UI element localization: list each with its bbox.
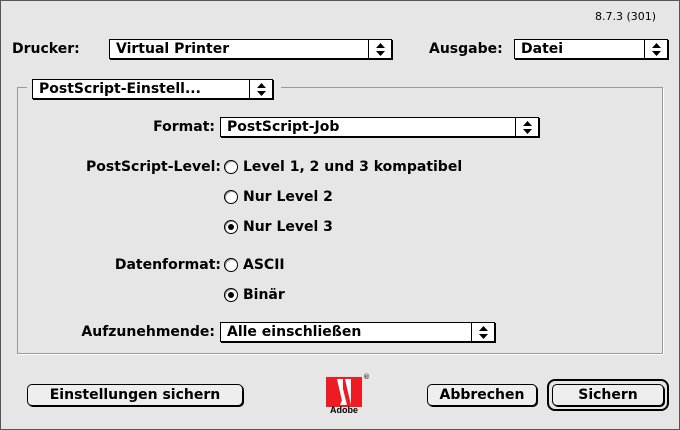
popup-arrows-icon	[249, 80, 272, 98]
popup-arrows-icon	[368, 40, 391, 58]
radio-ascii[interactable]: ASCII	[224, 255, 285, 275]
format-popup-value: PostScript-Job	[227, 119, 340, 135]
radio-level-2[interactable]: Nur Level 2	[224, 187, 333, 207]
save-settings-button[interactable]: Einstellungen sichern	[27, 384, 243, 406]
panel-popup-value: PostScript-Einstell...	[39, 81, 201, 97]
panel-popup[interactable]: PostScript-Einstell...	[32, 79, 273, 99]
printer-popup-value: Virtual Printer	[116, 41, 230, 57]
fonts-include-popup[interactable]: Alle einschließen	[220, 322, 495, 342]
print-dialog: 8.7.3 (301) Drucker: Virtual Printer Aus…	[0, 0, 680, 430]
radio-level-2-label: Nur Level 2	[243, 189, 333, 205]
format-popup[interactable]: PostScript-Job	[220, 117, 539, 137]
printer-popup[interactable]: Virtual Printer	[109, 39, 392, 59]
radio-level-3-label: Nur Level 3	[243, 219, 333, 235]
radio-off-icon	[224, 258, 238, 272]
adobe-logo: ® Adobe	[326, 373, 370, 417]
radio-on-icon	[224, 288, 238, 302]
popup-arrows-icon	[644, 40, 667, 58]
radio-ascii-label: ASCII	[243, 257, 285, 273]
popup-arrows-icon	[515, 118, 538, 136]
save-button[interactable]: Sichern	[552, 384, 664, 406]
version-label: 8.7.3 (301)	[595, 10, 657, 23]
radio-off-icon	[224, 160, 238, 174]
radio-level-3[interactable]: Nur Level 3	[224, 217, 333, 237]
adobe-logo-icon	[326, 377, 362, 407]
data-format-label: Datenformat:	[114, 257, 221, 273]
adobe-logo-text: Adobe	[330, 405, 358, 415]
postscript-level-label: PostScript-Level:	[86, 159, 221, 175]
fonts-include-label: Aufzunehmende:	[81, 324, 215, 340]
format-label: Format:	[153, 119, 215, 135]
radio-binary[interactable]: Binär	[224, 285, 285, 305]
radio-on-icon	[224, 220, 238, 234]
output-popup-value: Datei	[521, 41, 564, 57]
printer-label: Drucker:	[12, 41, 80, 57]
radio-binary-label: Binär	[243, 287, 285, 303]
output-popup[interactable]: Datei	[514, 39, 668, 59]
radio-level-compatible-label: Level 1, 2 und 3 kompatibel	[243, 159, 463, 175]
radio-off-icon	[224, 190, 238, 204]
radio-level-compatible[interactable]: Level 1, 2 und 3 kompatibel	[224, 157, 462, 177]
output-label: Ausgabe:	[429, 41, 503, 57]
popup-arrows-icon	[471, 323, 494, 341]
cancel-button[interactable]: Abbrechen	[427, 384, 537, 406]
registered-mark-icon: ®	[363, 373, 370, 381]
fonts-include-popup-value: Alle einschließen	[227, 324, 362, 340]
